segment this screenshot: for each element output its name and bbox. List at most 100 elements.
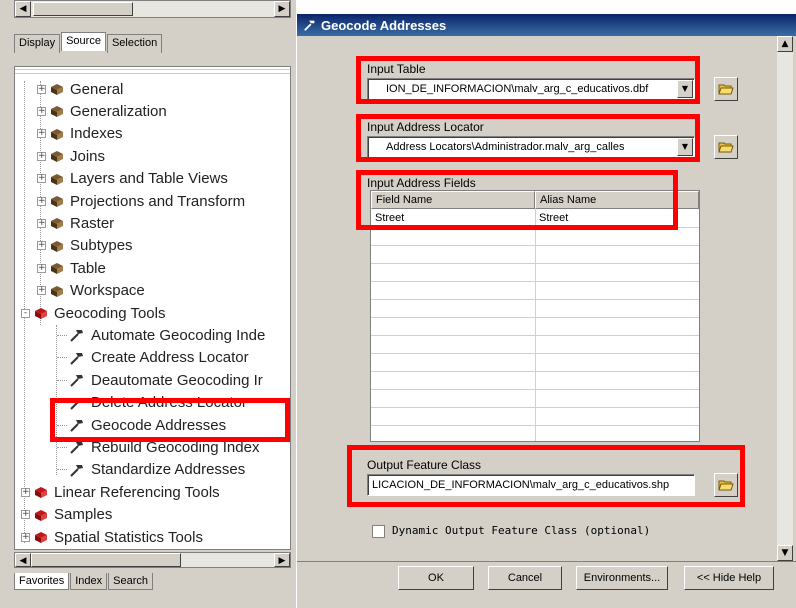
- tree-item[interactable]: + Generalization: [37, 100, 167, 122]
- tree-item[interactable]: + General: [37, 78, 123, 100]
- grid-row-line: [371, 407, 699, 408]
- expand-icon[interactable]: +: [21, 510, 30, 520]
- tab-index[interactable]: Index: [70, 573, 108, 590]
- highlight-box-geocode-tool: [50, 398, 290, 442]
- dialog-titlebar[interactable]: Geocode Addresses: [297, 14, 796, 36]
- toolbox-icon: [51, 128, 63, 140]
- tree-connector: [57, 357, 67, 359]
- divider: [15, 69, 290, 70]
- tab-source[interactable]: Source: [61, 32, 106, 51]
- scroll-up-button[interactable]: ▲: [777, 36, 793, 52]
- tree-item[interactable]: + Projections and Transform: [37, 190, 245, 212]
- highlight-box-input-table: [356, 56, 700, 104]
- open-folder-icon: [718, 84, 734, 95]
- hide-help-button[interactable]: << Hide Help: [684, 566, 774, 590]
- expand-icon[interactable]: +: [37, 286, 46, 296]
- browse-address-locator-button[interactable]: [714, 135, 738, 159]
- expand-icon[interactable]: +: [21, 487, 30, 497]
- tab-display[interactable]: Display: [14, 34, 61, 53]
- tree-item[interactable]: + Linear Referencing Tools: [21, 481, 220, 503]
- tree-item[interactable]: Standardize Addresses: [57, 459, 245, 481]
- tree-item-label: Raster: [70, 214, 115, 232]
- collapse-icon[interactable]: -: [21, 308, 30, 318]
- expand-icon[interactable]: +: [37, 218, 46, 228]
- scroll-right-button[interactable]: ▶: [274, 553, 290, 567]
- toolbox-icon: [51, 263, 63, 275]
- tree-item-label: Samples: [54, 506, 113, 524]
- grid-row-line: [371, 353, 699, 354]
- tree-item-label: Indexes: [70, 125, 123, 143]
- grid-row-line: [371, 317, 699, 318]
- toolbox-icon: [51, 218, 63, 230]
- cancel-button[interactable]: Cancel: [488, 566, 562, 590]
- hammer-icon: [304, 20, 315, 31]
- top-horizontal-scrollbar[interactable]: ◀ ▶: [14, 0, 291, 18]
- expand-icon[interactable]: +: [37, 241, 46, 251]
- grid-row-line: [371, 281, 699, 282]
- expand-icon[interactable]: +: [37, 129, 46, 139]
- tree-item-label: Linear Referencing Tools: [54, 483, 220, 501]
- tree-item-label: Deautomate Geocoding Ir: [91, 371, 263, 389]
- toolbox-icon: [51, 151, 63, 163]
- ok-button[interactable]: OK: [398, 566, 474, 590]
- scroll-left-button[interactable]: ◀: [15, 1, 31, 17]
- hammer-icon: [70, 330, 83, 343]
- expand-icon[interactable]: +: [37, 151, 46, 161]
- tree-item[interactable]: + Layers and Table Views: [37, 168, 228, 190]
- tree-item-label: Spatial Statistics Tools: [54, 528, 203, 546]
- dynamic-output-checkbox[interactable]: [372, 525, 385, 538]
- scroll-down-button[interactable]: ▼: [777, 545, 793, 561]
- toolbox-icon: [35, 308, 47, 319]
- grid-row-line: [371, 389, 699, 390]
- bottom-horizontal-scrollbar[interactable]: ◀ ▶: [14, 552, 291, 568]
- grid-row-line: [371, 425, 699, 426]
- tree-connector: [57, 446, 67, 448]
- expand-icon[interactable]: +: [37, 84, 46, 94]
- tree-item[interactable]: + Spatial Statistics Tools: [21, 526, 203, 548]
- tree-item-label: Generalization: [70, 102, 167, 120]
- expand-icon[interactable]: +: [37, 263, 46, 273]
- tree-item[interactable]: + Subtypes: [37, 235, 133, 257]
- expand-icon[interactable]: +: [21, 532, 30, 542]
- tree-item[interactable]: + Joins: [37, 145, 105, 167]
- tree-item[interactable]: + Workspace: [37, 280, 145, 302]
- toolbox-tree: + General + Generalization + Indexes + Joins + La…: [14, 66, 291, 550]
- tree-item[interactable]: Create Address Locator: [57, 347, 249, 369]
- toolbox-icon: [51, 240, 63, 252]
- tree-item-label: Automate Geocoding Inde: [91, 326, 266, 344]
- expand-icon[interactable]: +: [37, 174, 46, 184]
- expand-icon[interactable]: +: [37, 196, 46, 206]
- grid-row-line: [371, 443, 699, 444]
- tree-item-label: Joins: [70, 147, 106, 165]
- tree-item-label: Standardize Addresses: [91, 461, 246, 479]
- dialog-vertical-scrollbar[interactable]: ▲ ▼: [777, 36, 793, 561]
- grid-row-line: [371, 371, 699, 372]
- highlight-box-address-locator: [356, 114, 700, 162]
- scroll-right-button[interactable]: ▶: [274, 1, 290, 17]
- toolbox-icon: [51, 106, 63, 118]
- tree-item[interactable]: Deautomate Geocoding Ir: [57, 369, 263, 391]
- tab-favorites[interactable]: Favorites: [14, 573, 70, 590]
- environments-button[interactable]: Environments...: [576, 566, 668, 590]
- scroll-thumb[interactable]: [31, 553, 181, 567]
- tree-item[interactable]: + Raster: [37, 212, 114, 234]
- tab-selection[interactable]: Selection: [106, 34, 163, 53]
- toolbox-icon: [35, 532, 47, 543]
- open-folder-icon: [718, 142, 734, 153]
- scroll-left-button[interactable]: ◀: [15, 553, 31, 567]
- tab-search[interactable]: Search: [108, 573, 154, 590]
- tree-item[interactable]: + Indexes: [37, 123, 123, 145]
- tree-item[interactable]: Automate Geocoding Inde: [57, 324, 265, 346]
- toolbox-icon: [35, 487, 47, 499]
- tree-item[interactable]: + Samples: [21, 504, 112, 526]
- tree-item-label: Geocoding Tools: [54, 304, 166, 322]
- browse-input-table-button[interactable]: [714, 77, 738, 101]
- dialog-divider: [297, 561, 796, 562]
- tree-connector: [57, 379, 67, 381]
- expand-icon[interactable]: +: [37, 106, 46, 116]
- tree-item[interactable]: - Geocoding Tools: [21, 302, 165, 324]
- scroll-thumb[interactable]: [33, 2, 133, 16]
- grid-row-line: [371, 299, 699, 300]
- tree-item[interactable]: + Table: [37, 257, 106, 279]
- hammer-icon: [70, 375, 83, 387]
